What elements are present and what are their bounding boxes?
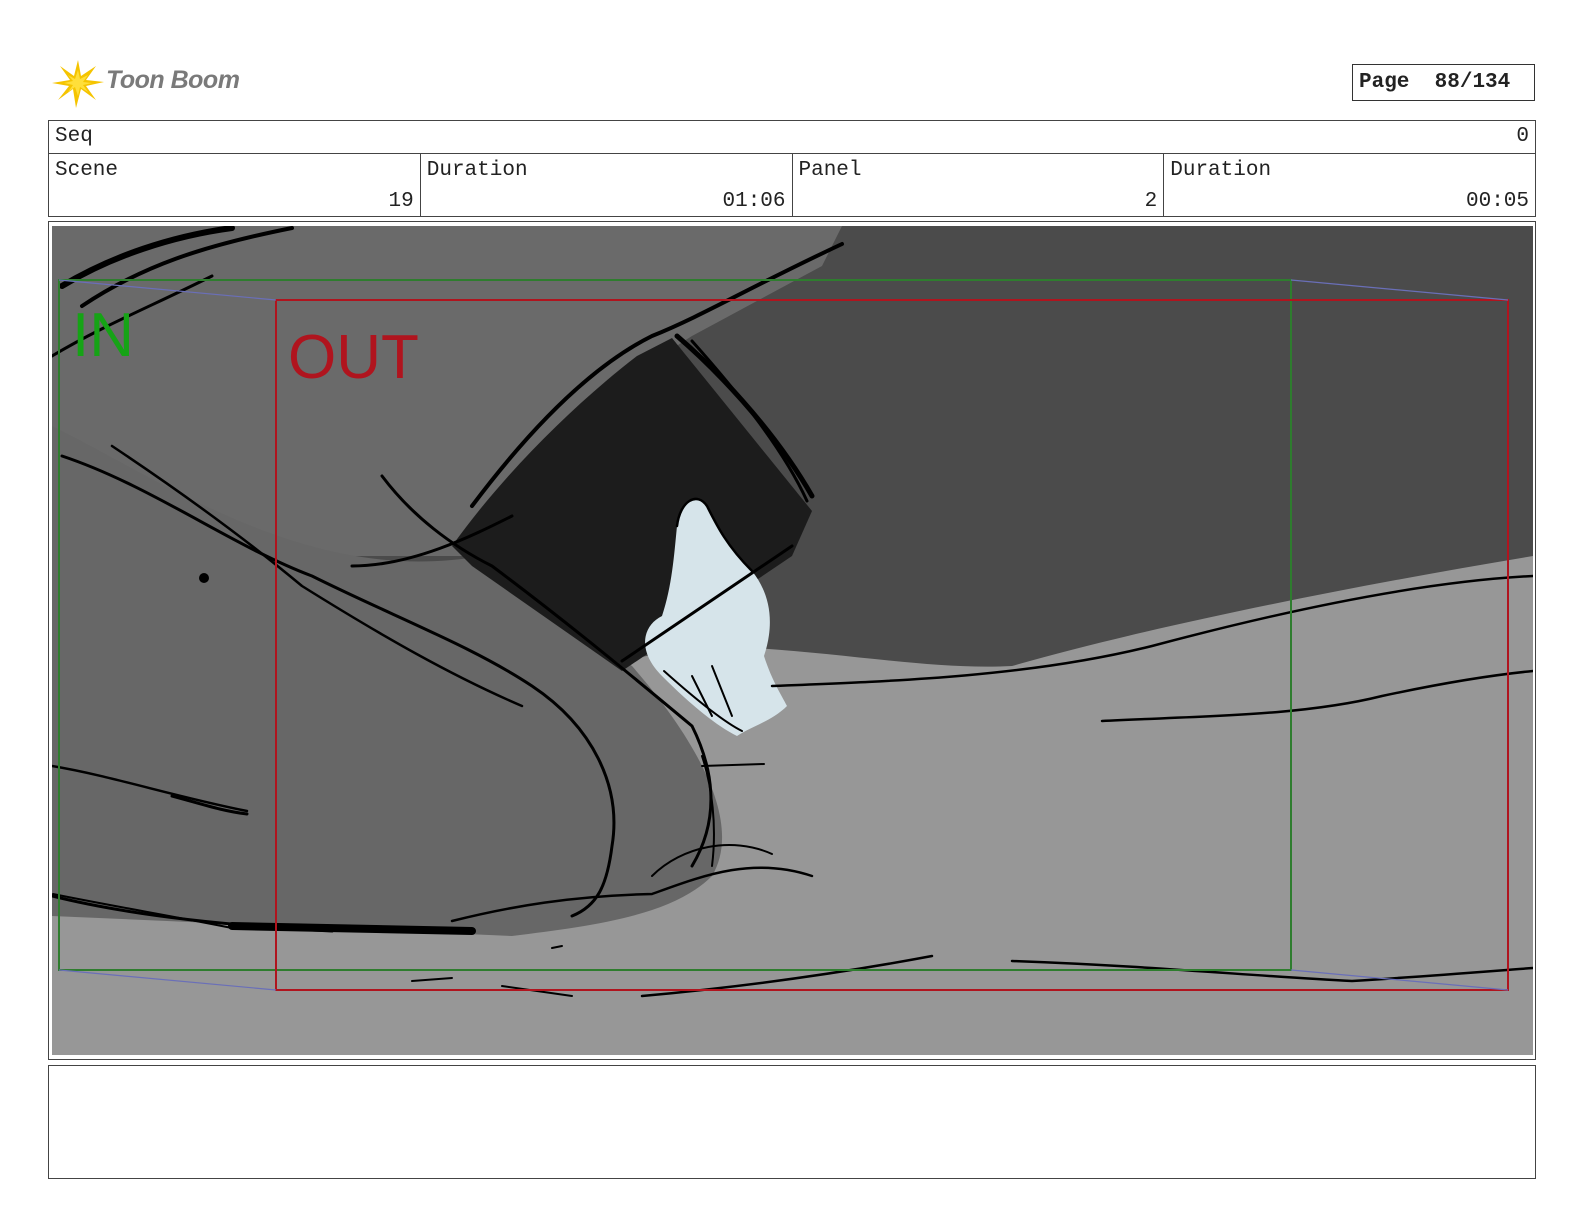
in-label: IN [72,301,134,370]
scene-duration-label: Duration [426,159,528,182]
out-label: OUT [288,323,419,392]
panel-value: 2 [1144,190,1158,213]
logo-text: Toon Boom [106,66,240,94]
panel-cell: Panel 2 [793,154,1165,216]
scene-label: Scene [55,159,119,182]
panel-info-table: Seq 0 Scene 19 Duration 01:06 Panel 2 Du… [48,120,1536,217]
page-label: Page [1359,71,1410,94]
page-indicator: Page 88/134 [1352,64,1535,101]
scene-duration-value: 01:06 [722,190,786,213]
dot-mark [199,573,209,583]
panel-duration-cell: Duration 00:05 [1164,154,1535,216]
panel-duration-label: Duration [1170,159,1272,182]
info-row: Scene 19 Duration 01:06 Panel 2 Duration… [49,154,1535,216]
page-value: 88/134 [1434,71,1511,94]
scene-value: 19 [388,190,414,213]
scene-duration-cell: Duration 01:06 [421,154,793,216]
storyboard-panel-image: IN OUT [52,226,1533,1055]
storyboard-drawing: IN OUT [52,226,1533,1055]
panel-duration-value: 00:05 [1465,190,1529,213]
scene-cell: Scene 19 [49,154,421,216]
toon-boom-logo: Toon Boom [50,56,250,110]
seq-value: 0 [1516,125,1529,148]
seq-row: Seq 0 [49,121,1535,154]
panel-notes-box [48,1065,1536,1179]
starburst-icon [52,60,104,108]
seq-label: Seq [55,125,93,148]
panel-label: Panel [798,159,862,182]
